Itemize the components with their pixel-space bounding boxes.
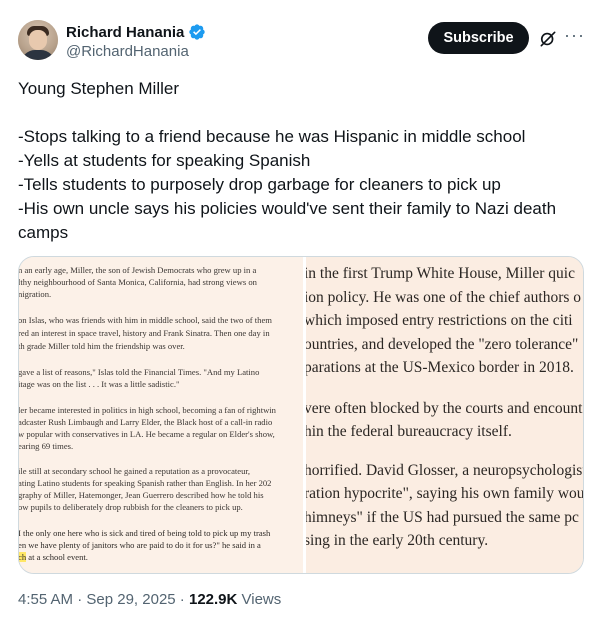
- article-left-line: earing 69 times.: [19, 441, 74, 451]
- article-right-line: himneys" if the US had pursued the same …: [306, 509, 579, 526]
- article-left-line: lthy neighbourhood of Santa Monica, Cali…: [19, 277, 257, 287]
- meta-separator: ·: [175, 591, 189, 608]
- tweet-text: Young Stephen Miller -Stops talking to a…: [18, 77, 588, 245]
- tweet-line: -Stops talking to a friend because he wa…: [18, 127, 526, 146]
- tweet-line: -His own uncle says his policies would'v…: [18, 199, 561, 242]
- article-right-line: vere often blocked by the courts and enc…: [306, 400, 583, 417]
- article-left-line: ler became interested in politics in hig…: [19, 405, 276, 415]
- tweet-time[interactable]: 4:55 AM: [18, 591, 73, 608]
- article-right-line: which imposed entry restrictions on the …: [306, 312, 573, 329]
- article-right-line: horrified. David Glosser, a neuropsychol…: [306, 462, 584, 479]
- author-names: Richard Hanania @RichardHanania: [66, 22, 206, 60]
- article-right-line: in the first Trump White House, Miller q…: [306, 265, 575, 282]
- tweet-meta: 4:55 AM · Sep 29, 2025 · 122.9K Views: [18, 591, 281, 608]
- article-right-line: ion policy. He was one of the chief auth…: [306, 289, 582, 306]
- media-image-left[interactable]: n an early age, Miller, the son of Jewis…: [19, 257, 303, 573]
- author-display-name[interactable]: Richard Hanania: [66, 24, 184, 41]
- article-left-line: itage was on the list . . . It was a lit…: [19, 379, 180, 389]
- tweet-header: Richard Hanania @RichardHanania Subscrib…: [18, 20, 588, 64]
- article-left-line: w popular with conservatives in LA. He b…: [19, 429, 275, 439]
- article-left-line: ch at a school event.: [19, 552, 88, 562]
- avatar[interactable]: [18, 20, 58, 60]
- article-right-line: ountries, and developed the "zero tolera…: [306, 336, 579, 353]
- article-left-line: ating Latino students for speaking Spani…: [19, 478, 272, 488]
- grok-icon[interactable]: [538, 29, 558, 49]
- tweet-line: Young Stephen Miller: [18, 79, 179, 98]
- tweet-line: [18, 101, 588, 125]
- media-image-right[interactable]: in the first Trump White House, Miller q…: [306, 257, 584, 573]
- article-right-line: ration hypocrite", saying his own family…: [306, 485, 584, 502]
- author-handle[interactable]: @RichardHanania: [66, 43, 206, 60]
- verified-badge-icon: [189, 24, 206, 40]
- article-left-line: adcaster Rush Limbaugh and Larry Elder, …: [19, 417, 273, 427]
- tweet-line: -Tells students to purposely drop garbag…: [18, 175, 501, 194]
- views-count: 122.9K: [188, 591, 238, 608]
- article-left-line: nigration.: [19, 289, 52, 299]
- tweet-date[interactable]: Sep 29, 2025: [86, 591, 175, 608]
- subscribe-button[interactable]: Subscribe: [428, 22, 529, 54]
- article-left-line: th grade Miller told him the friendship …: [19, 341, 185, 351]
- article-left-line: en we have plenty of janitors who are pa…: [19, 540, 261, 550]
- article-left-line: n an early age, Miller, the son of Jewis…: [19, 265, 257, 275]
- more-options-icon[interactable]: ···: [564, 26, 584, 48]
- tweet-line: -Yells at students for speaking Spanish: [18, 151, 311, 170]
- article-left-line: red an interest in space travel, history…: [19, 328, 270, 338]
- article-right-line: sing in the early 20th century.: [306, 532, 489, 549]
- article-right-line: hin the federal bureaucracy itself.: [306, 423, 512, 440]
- article-left-line: gave a list of reasons," Islas told the …: [19, 367, 260, 377]
- article-right-line: parations at the US-Mexico border in 201…: [306, 359, 574, 376]
- tweet-media[interactable]: n an early age, Miller, the son of Jewis…: [18, 256, 584, 574]
- article-left-line: ile still at secondary school he gained …: [19, 466, 251, 476]
- meta-separator: ·: [73, 591, 87, 608]
- article-left-line: on Islas, who was friends with him in mi…: [19, 315, 272, 325]
- article-left-line: graphy of Miller, Hatemonger, Jean Guerr…: [19, 490, 264, 500]
- views-label: Views: [237, 591, 282, 608]
- article-left-line: ow pupils to deliberately drop rubbish f…: [19, 502, 243, 512]
- article-left-line: I the only one here who is sick and tire…: [19, 528, 271, 538]
